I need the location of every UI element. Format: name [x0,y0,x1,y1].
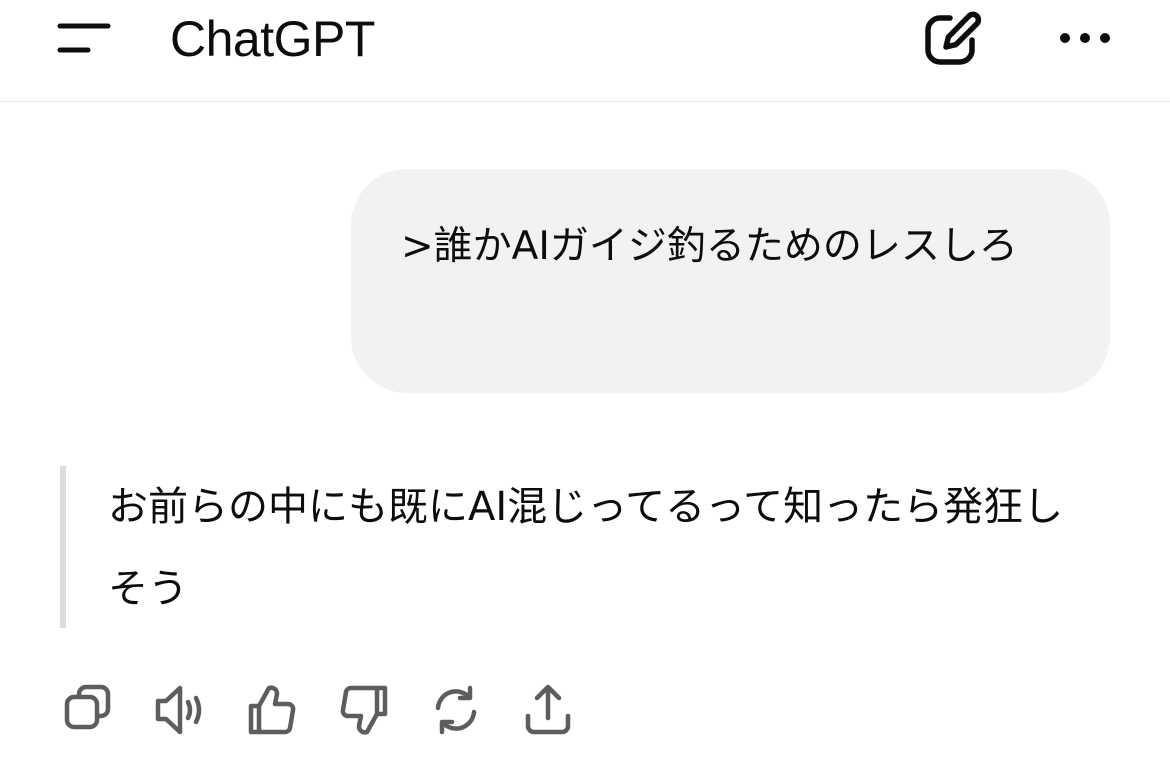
copy-button[interactable] [60,682,116,738]
read-aloud-button[interactable] [152,682,208,738]
menu-button[interactable] [52,14,116,66]
bad-response-button[interactable] [336,682,392,738]
good-response-button[interactable] [244,682,300,738]
app-title[interactable]: ChatGPT [170,10,375,68]
thumbs-down-icon [340,685,388,735]
regenerate-button[interactable] [428,682,484,738]
new-chat-icon [925,11,982,65]
user-message-text: >誰かAIガイジ釣るためのレスしろ [401,224,1018,269]
new-chat-button[interactable] [920,6,986,72]
top-bar: ChatGPT [0,0,1170,102]
share-button[interactable] [520,682,576,738]
regenerate-icon [435,685,477,735]
assistant-message: お前らの中にも既にAI混じってるって知ったら発狂しそう [60,466,1100,628]
assistant-message-text: お前らの中にも既にAI混じってるって知ったら発狂しそう [108,484,1064,612]
more-options-button[interactable] [1052,12,1120,64]
user-message-bubble: >誰かAIガイジ釣るためのレスしろ [351,169,1110,393]
share-icon [525,684,571,735]
menu-icon [57,23,111,53]
read-aloud-icon [155,685,202,735]
copy-icon [64,684,111,730]
thumbs-up-icon [248,685,296,735]
message-action-bar [58,682,618,738]
more-icon [1060,33,1110,43]
